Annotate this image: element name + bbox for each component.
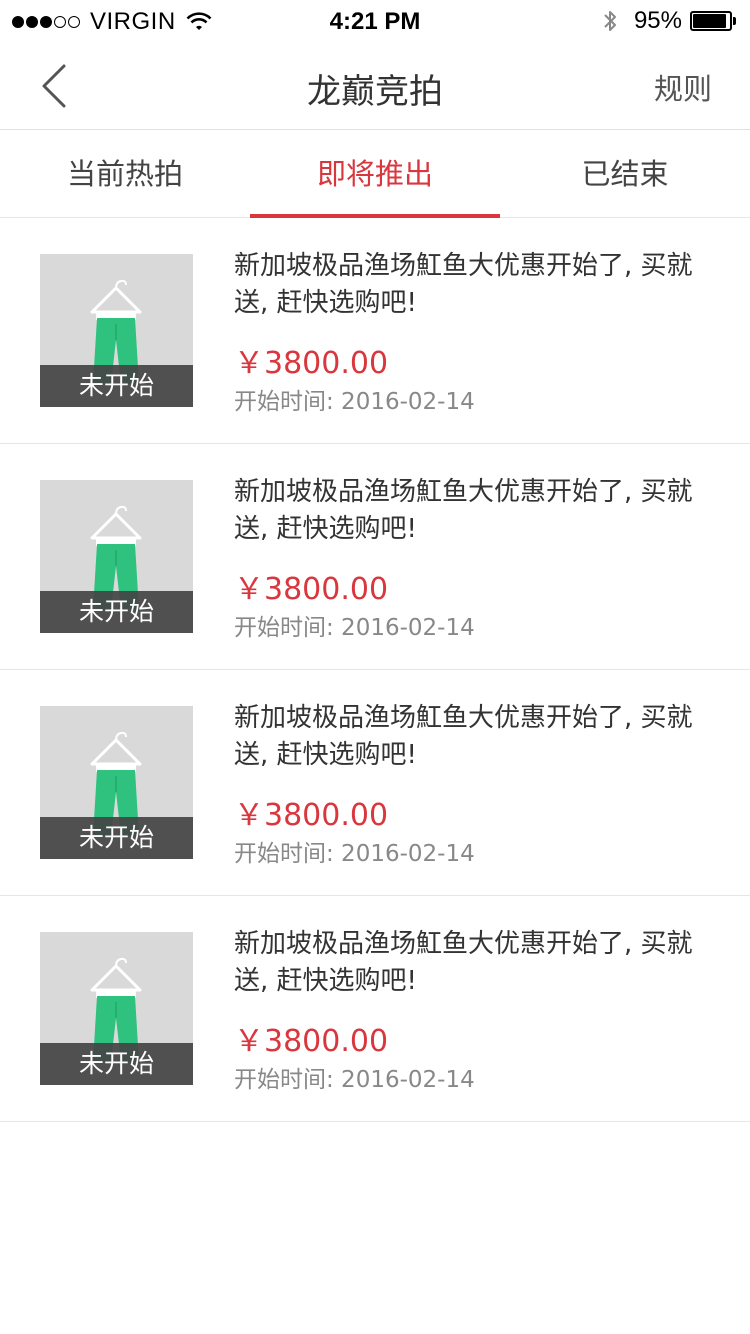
- item-title: 新加坡极品渔场魟鱼大优惠开始了, 买就送, 赶快选购吧!: [234, 477, 693, 544]
- item-price: ￥3800.00: [234, 572, 389, 607]
- battery-percentage: 95%: [633, 7, 682, 34]
- bluetooth-icon: [604, 11, 616, 31]
- tab-ended[interactable]: 已结束: [500, 130, 750, 217]
- product-thumbnail: 未开始: [40, 932, 193, 1085]
- auction-item[interactable]: 未开始 新加坡极品渔场魟鱼大优惠开始了, 买就送, 赶快选购吧! ￥3800.0…: [0, 896, 750, 1122]
- item-title: 新加坡极品渔场魟鱼大优惠开始了, 买就送, 赶快选购吧!: [234, 251, 693, 318]
- auction-list: 未开始 新加坡极品渔场魟鱼大优惠开始了, 买就送, 赶快选购吧! ￥3800.0…: [0, 218, 750, 1122]
- status-badge: 未开始: [40, 365, 193, 407]
- auction-item[interactable]: 未开始 新加坡极品渔场魟鱼大优惠开始了, 买就送, 赶快选购吧! ￥3800.0…: [0, 444, 750, 670]
- item-start-time: 开始时间: 2016-02-14: [234, 841, 475, 867]
- status-badge: 未开始: [40, 591, 193, 633]
- tab-current-hot[interactable]: 当前热拍: [0, 130, 250, 217]
- status-badge: 未开始: [40, 817, 193, 859]
- product-thumbnail: 未开始: [40, 706, 193, 859]
- item-price: ￥3800.00: [234, 798, 389, 833]
- page-title: 龙巅竞拍: [307, 72, 443, 112]
- product-thumbnail: 未开始: [40, 480, 193, 633]
- tab-label: 已结束: [581, 157, 669, 191]
- rules-button[interactable]: 规则: [654, 66, 712, 108]
- tab-bar: 当前热拍 即将推出 已结束: [0, 130, 750, 218]
- status-right: 95%: [602, 7, 736, 35]
- item-start-time: 开始时间: 2016-02-14: [234, 1067, 475, 1093]
- item-start-time: 开始时间: 2016-02-14: [234, 615, 475, 641]
- item-price: ￥3800.00: [234, 1024, 389, 1059]
- item-title: 新加坡极品渔场魟鱼大优惠开始了, 买就送, 赶快选购吧!: [234, 929, 693, 996]
- tab-coming-soon[interactable]: 即将推出: [250, 130, 500, 218]
- auction-item[interactable]: 未开始 新加坡极品渔场魟鱼大优惠开始了, 买就送, 赶快选购吧! ￥3800.0…: [0, 670, 750, 896]
- status-badge: 未开始: [40, 1043, 193, 1085]
- product-thumbnail: 未开始: [40, 254, 193, 407]
- tab-label: 当前热拍: [66, 157, 183, 191]
- nav-bar: 龙巅竞拍 规则: [0, 42, 750, 130]
- auction-item[interactable]: 未开始 新加坡极品渔场魟鱼大优惠开始了, 买就送, 赶快选购吧! ￥3800.0…: [0, 218, 750, 444]
- battery-icon: [690, 11, 736, 31]
- item-title: 新加坡极品渔场魟鱼大优惠开始了, 买就送, 赶快选购吧!: [234, 703, 693, 770]
- item-price: ￥3800.00: [234, 346, 389, 381]
- item-start-time: 开始时间: 2016-02-14: [234, 389, 475, 415]
- tab-label: 即将推出: [316, 157, 433, 191]
- status-bar: VIRGIN 4:21 PM 95%: [0, 0, 750, 42]
